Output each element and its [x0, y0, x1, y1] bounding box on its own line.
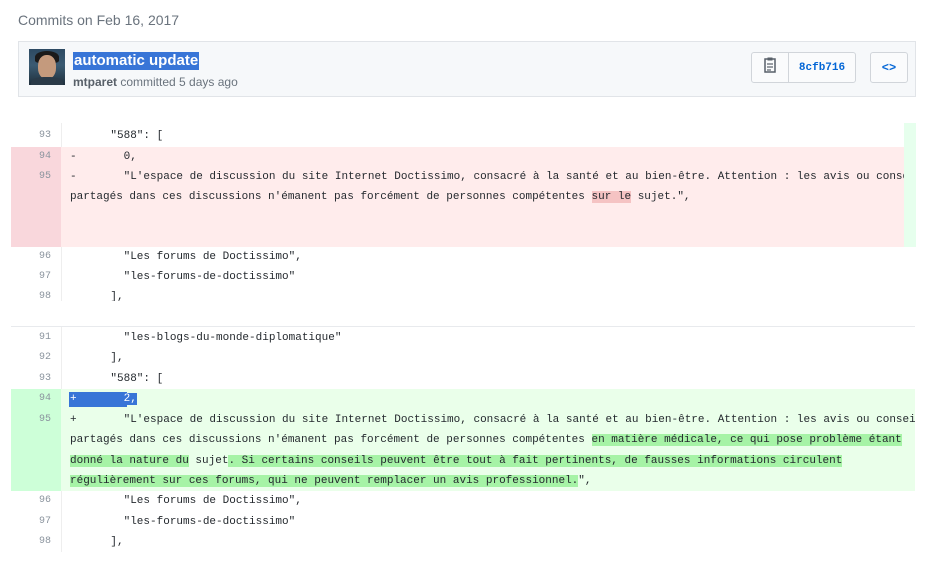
code-text: "588": [: [84, 130, 164, 142]
diff-marker: -: [70, 171, 77, 183]
line-number[interactable]: 97: [11, 516, 51, 527]
code-text: ],: [84, 352, 124, 364]
changed-text: régulièrement sur ces forums, qui ne peu…: [70, 475, 579, 487]
code-text: "Les forums de Doctissimo",: [84, 495, 302, 507]
line-number[interactable]: 96: [11, 251, 51, 262]
browse-repository-button[interactable]: <>: [870, 52, 908, 83]
diff-deleted-hunk: 93 "588": [ 94 - 0, 95 - "L'espace de di…: [11, 123, 915, 301]
code-text: "L'espace de discussion du site Internet…: [84, 171, 915, 183]
line-number[interactable]: 98: [11, 291, 51, 301]
changed-text: en matière médicale, ce qui pose problèm…: [591, 434, 902, 446]
line-number[interactable]: 93: [11, 373, 51, 384]
code-text: "les-blogs-du-monde-diplomatique": [84, 332, 342, 344]
line-number[interactable]: 98: [11, 536, 51, 547]
line-number[interactable]: 91: [11, 332, 51, 343]
changed-word: sur le: [591, 191, 632, 203]
code-text: "les-forums-de-doctissimo": [84, 271, 296, 283]
commit-card: automatic update mtparet committed 5 day…: [18, 41, 916, 97]
sha-button-group: 8cfb716: [751, 52, 856, 83]
diff-marker: +: [70, 414, 77, 426]
line-number[interactable]: 92: [11, 352, 51, 363]
line-number[interactable]: 95: [11, 171, 51, 182]
line-number[interactable]: 97: [11, 271, 51, 282]
changed-text: . Si certains conseils peuvent être tout…: [228, 455, 843, 467]
line-number[interactable]: 95: [11, 414, 51, 425]
code-text: ],: [84, 536, 124, 548]
diff-marker: -: [70, 151, 77, 163]
code-text: "588": [: [84, 373, 164, 385]
split-indicator: [904, 123, 916, 247]
author-link[interactable]: mtparet: [73, 75, 117, 89]
line-number[interactable]: 93: [11, 130, 51, 141]
commit-sha-link[interactable]: 8cfb716: [789, 53, 855, 82]
code-text: partagés dans ces discussions n'émanent …: [70, 191, 691, 203]
code-text: régulièrement sur ces forums, qui ne peu…: [70, 475, 592, 487]
code-brackets-icon: <>: [881, 60, 897, 75]
code-text: 2,: [84, 393, 137, 405]
commits-heading: Commits on Feb 16, 2017: [18, 12, 180, 28]
diff-marker: +: [70, 393, 77, 405]
code-text: 0,: [84, 151, 137, 163]
avatar[interactable]: [29, 49, 65, 85]
commit-meta: mtparet committed 5 days ago: [73, 75, 238, 89]
code-text: ],: [84, 291, 124, 301]
code-text: "L'espace de discussion du site Internet…: [84, 414, 915, 426]
commit-title-link[interactable]: automatic update: [73, 52, 200, 70]
changed-text: donné la nature du: [70, 455, 189, 467]
code-text: "Les forums de Doctissimo",: [84, 251, 302, 263]
diff-added-hunk: 91 "les-blogs-du-monde-diplomatique" 92 …: [11, 326, 915, 552]
code-text: donné la nature du sujet. Si certains co…: [70, 455, 843, 467]
code-text: "les-forums-de-doctissimo": [84, 516, 296, 528]
clipboard-icon: [763, 57, 777, 78]
copy-sha-button[interactable]: [752, 53, 789, 82]
line-number[interactable]: 94: [11, 393, 51, 404]
line-number[interactable]: 96: [11, 495, 51, 506]
line-number[interactable]: 94: [11, 151, 51, 162]
commit-meta-text: committed 5 days ago: [117, 75, 238, 89]
code-text: partagés dans ces discussions n'émanent …: [70, 434, 902, 446]
